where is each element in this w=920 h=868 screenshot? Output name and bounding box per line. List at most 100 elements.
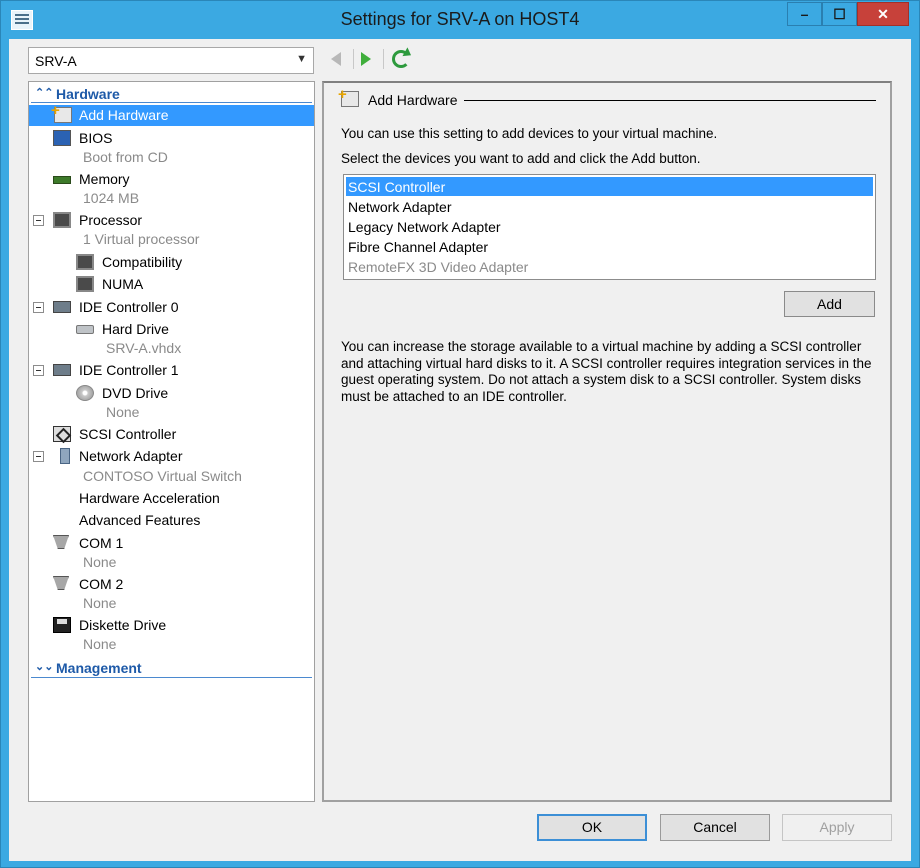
collapse-chevron-icon: ⌃⌃ <box>35 87 54 99</box>
ide-controller-icon <box>53 301 71 313</box>
tree-item-dvd-drive[interactable]: DVD Drive <box>29 383 314 404</box>
section-hardware-label: Hardware <box>56 86 120 102</box>
tree-item-memory-detail[interactable]: 1024 MB <box>29 188 314 209</box>
tree-item-scsi-controller[interactable]: SCSI Controller <box>29 424 314 445</box>
tree-item-com-1-detail[interactable]: None <box>29 552 314 573</box>
tree-item-com-2-detail[interactable]: None <box>29 593 314 614</box>
tree-item-label: IDE Controller 0 <box>79 299 179 315</box>
forward-arrow-icon[interactable] <box>361 52 371 66</box>
tree-item-detail: Boot from CD <box>83 149 168 165</box>
tree-item-dvd-drive-detail[interactable]: None <box>29 402 314 423</box>
tree-item-label: Network Adapter <box>79 448 183 464</box>
collapse-toggle[interactable] <box>33 451 44 462</box>
back-arrow-icon[interactable] <box>331 52 341 66</box>
tree-item-detail: None <box>83 595 117 611</box>
tree-item-ide-controller-1[interactable]: IDE Controller 1 <box>29 360 314 381</box>
tree-item-compatibility[interactable]: Compatibility <box>29 252 314 273</box>
section-management-label: Management <box>56 660 142 676</box>
tree-item-hard-drive-detail[interactable]: SRV-A.vhdx <box>29 338 314 359</box>
device-scsi-controller[interactable]: SCSI Controller <box>346 177 873 196</box>
tree-item-label: DVD Drive <box>102 385 169 401</box>
vm-selector-dropdown[interactable]: SRV-A ▼ <box>28 47 314 74</box>
tree-item-network-adapter-detail[interactable]: CONTOSO Virtual Switch <box>29 466 314 487</box>
tree-item-advanced-features[interactable]: Advanced Features <box>29 510 314 531</box>
device-legacy-network-adapter[interactable]: Legacy Network Adapter <box>346 217 873 236</box>
tree-item-diskette-drive[interactable]: Diskette Drive <box>29 615 314 636</box>
tree-item-label: Diskette Drive <box>79 617 167 633</box>
tree-item-label: BIOS <box>79 130 113 146</box>
toolbar-separator <box>383 49 384 69</box>
tree-item-add-hardware[interactable]: Add Hardware <box>29 102 314 126</box>
collapse-toggle[interactable] <box>33 302 44 313</box>
tree-item-processor[interactable]: Processor <box>29 210 314 231</box>
intro-text: You can use this setting to add devices … <box>341 126 718 141</box>
device-remotefx-3d-video-adapter: RemoteFX 3D Video Adapter <box>348 259 529 275</box>
network-adapter-icon <box>60 448 70 464</box>
tree-item-diskette-drive-detail[interactable]: None <box>29 634 314 655</box>
minimize-button[interactable]: – <box>787 2 822 26</box>
tree-item-detail: CONTOSO Virtual Switch <box>83 468 242 484</box>
tree-item-bios-detail[interactable]: Boot from CD <box>29 147 314 168</box>
title-divider <box>464 100 876 101</box>
add-hardware-icon <box>51 102 72 123</box>
tree-item-label: Hardware Acceleration <box>79 490 220 506</box>
hardware-tree: ⌃⌃ Hardware Add Hardware BIOS Boot from … <box>28 81 315 802</box>
tree-item-hard-drive[interactable]: Hard Drive <box>29 319 314 340</box>
title-bar[interactable]: Settings for SRV-A on HOST4 – ☐ ✕ <box>1 1 919 39</box>
tree-item-network-adapter[interactable]: Network Adapter <box>29 446 314 467</box>
section-divider <box>31 677 312 678</box>
cancel-button[interactable]: Cancel <box>660 814 770 841</box>
tree-item-ide-controller-0[interactable]: IDE Controller 0 <box>29 297 314 318</box>
collapse-toggle[interactable] <box>33 215 44 226</box>
com-port-icon <box>53 576 69 590</box>
diskette-drive-icon <box>53 617 71 633</box>
tree-item-detail: 1024 MB <box>83 190 140 206</box>
toolbar-separator <box>353 49 354 69</box>
panel-title: Add Hardware <box>368 92 458 108</box>
tree-item-bios[interactable]: BIOS <box>29 128 314 149</box>
ide-controller-icon <box>53 364 71 376</box>
description-text: You can increase the storage available t… <box>341 339 872 404</box>
tree-item-label: NUMA <box>102 276 144 292</box>
add-button[interactable]: Add <box>784 291 875 317</box>
tree-item-detail: None <box>106 404 140 420</box>
tree-item-label: Compatibility <box>102 254 183 270</box>
device-list[interactable]: SCSI Controller Network Adapter Legacy N… <box>343 174 876 280</box>
bios-icon <box>53 130 71 146</box>
tree-item-label: Add Hardware <box>79 107 169 123</box>
tree-item-com-2[interactable]: COM 2 <box>29 574 314 595</box>
tree-item-detail: None <box>83 636 117 652</box>
device-network-adapter[interactable]: Network Adapter <box>346 197 873 216</box>
apply-button: Apply <box>782 814 892 841</box>
close-button[interactable]: ✕ <box>857 2 909 26</box>
expand-chevron-icon: ⌄⌄ <box>35 661 54 673</box>
section-management[interactable]: ⌄⌄ Management <box>29 658 314 679</box>
tree-item-numa[interactable]: NUMA <box>29 274 314 295</box>
section-divider <box>31 102 312 103</box>
add-hardware-icon <box>338 86 359 107</box>
tree-item-memory[interactable]: Memory <box>29 169 314 190</box>
processor-icon <box>53 212 71 228</box>
refresh-icon[interactable] <box>392 50 410 68</box>
tree-item-detail: SRV-A.vhdx <box>106 340 182 356</box>
instruction-text: Select the devices you want to add and c… <box>341 151 701 166</box>
settings-panel: Add Hardware You can use this setting to… <box>322 81 892 802</box>
collapse-toggle[interactable] <box>33 365 44 376</box>
tree-item-processor-detail[interactable]: 1 Virtual processor <box>29 229 314 250</box>
com-port-icon <box>53 535 69 549</box>
tree-item-hardware-acceleration[interactable]: Hardware Acceleration <box>29 488 314 509</box>
tree-item-label: IDE Controller 1 <box>79 362 179 378</box>
processor-icon <box>76 276 94 292</box>
tree-item-com-1[interactable]: COM 1 <box>29 533 314 554</box>
settings-window: Settings for SRV-A on HOST4 – ☐ ✕ SRV-A … <box>0 0 920 868</box>
hard-drive-icon <box>76 325 94 334</box>
ok-button[interactable]: OK <box>537 814 647 841</box>
tree-item-label: Advanced Features <box>79 512 201 528</box>
device-fibre-channel-adapter[interactable]: Fibre Channel Adapter <box>346 237 873 256</box>
processor-icon <box>76 254 94 270</box>
tree-item-label: Processor <box>79 212 143 228</box>
window-title: Settings for SRV-A on HOST4 <box>340 9 580 29</box>
maximize-button[interactable]: ☐ <box>822 2 857 26</box>
tree-item-label: COM 2 <box>79 576 124 592</box>
tree-item-label: COM 1 <box>79 535 124 551</box>
